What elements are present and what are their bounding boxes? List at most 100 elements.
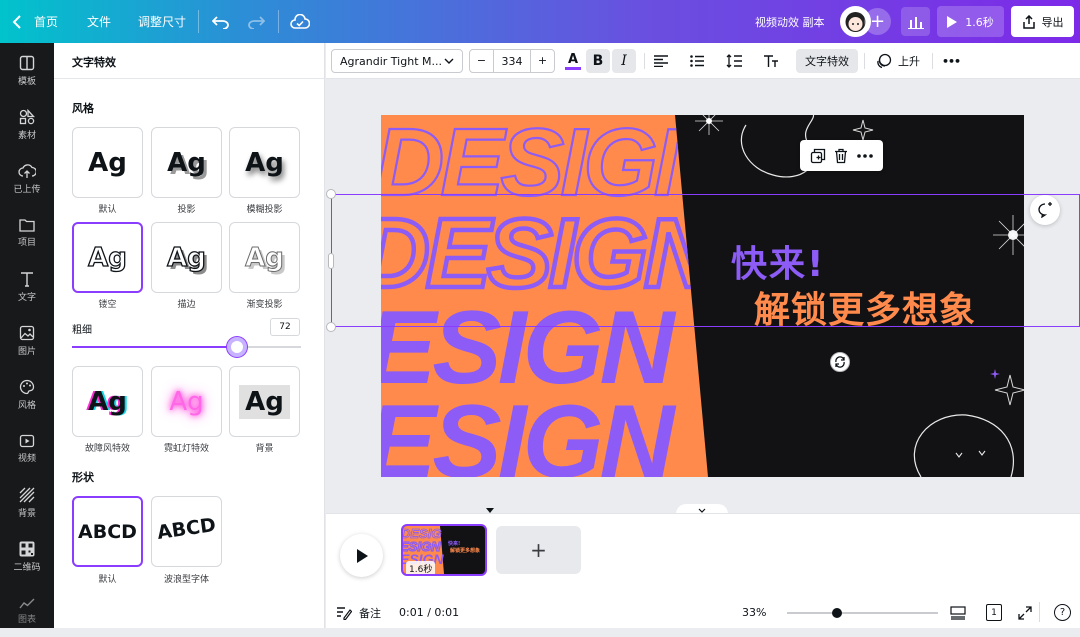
- style-hollow[interactable]: Ag: [72, 222, 143, 293]
- zoom-percentage[interactable]: 33%: [742, 606, 766, 619]
- sidebar-item-projects[interactable]: 项目: [0, 207, 54, 259]
- sidebar-item-qrcode[interactable]: 二维码: [0, 531, 54, 583]
- zoom-slider-handle[interactable]: [831, 608, 842, 618]
- sidebar-item-photos[interactable]: 图片: [0, 315, 54, 367]
- font-size-increase-button[interactable]: +: [530, 50, 554, 72]
- text-effects-button[interactable]: 文字特效: [796, 49, 858, 73]
- style-sample: Ag: [87, 242, 127, 273]
- play-preview-button[interactable]: 1.6秒: [937, 6, 1004, 37]
- text-size-icon: [764, 55, 778, 67]
- redo-button[interactable]: [247, 0, 265, 43]
- sidebar-item-videos[interactable]: 视频: [0, 423, 54, 475]
- selection-box[interactable]: [331, 194, 1080, 327]
- text-color-button[interactable]: A: [562, 49, 584, 73]
- sidebar-item-elements[interactable]: 素材: [0, 99, 54, 151]
- add-comment-button[interactable]: [1030, 195, 1060, 225]
- sidebar-item-label: 视频: [17, 454, 36, 464]
- insights-button[interactable]: [901, 7, 930, 36]
- italic-button[interactable]: I: [612, 49, 636, 73]
- timeline-play-button[interactable]: [340, 534, 383, 577]
- more-options-button[interactable]: •••: [938, 49, 964, 73]
- style-neon[interactable]: Ag: [151, 366, 222, 437]
- rotate-handle[interactable]: [830, 352, 850, 372]
- font-family-select[interactable]: Agrandir Tight M...: [331, 49, 463, 73]
- sidebar-item-charts[interactable]: 图表: [0, 585, 54, 637]
- fullscreen-button[interactable]: [1018, 606, 1032, 623]
- home-button[interactable]: 首页: [12, 0, 58, 43]
- cloud-save-button[interactable]: [290, 0, 310, 43]
- duplicate-icon[interactable]: [810, 148, 826, 164]
- style-sample: Ag: [169, 386, 204, 417]
- style-shadow[interactable]: Ag: [151, 127, 222, 198]
- text-transform-button[interactable]: [760, 49, 782, 73]
- document-title[interactable]: 视频动效 副本: [755, 0, 825, 43]
- timeline-panel: DESIG ESIGN ESIGN 快来! 解锁更多想象 1.6秒 + 备注 0…: [326, 508, 1080, 628]
- element-context-menu: [800, 140, 883, 171]
- expand-icon: [1018, 606, 1032, 620]
- sidebar-item-label: 文字: [17, 293, 36, 303]
- template-icon: [19, 55, 35, 71]
- style-background[interactable]: Ag: [229, 366, 300, 437]
- add-collaborator-button[interactable]: +: [864, 8, 891, 35]
- palette-icon: [19, 379, 35, 395]
- help-button[interactable]: ?: [1054, 604, 1071, 621]
- undo-button[interactable]: [212, 0, 230, 43]
- export-button[interactable]: 导出: [1011, 6, 1074, 37]
- delete-icon[interactable]: [834, 148, 848, 164]
- chevron-down-icon: [444, 58, 454, 64]
- resize-handle-top-left[interactable]: [326, 189, 336, 199]
- shape-default[interactable]: ABCD: [72, 496, 143, 567]
- bullet-list-icon: [690, 55, 704, 67]
- undo-icon: [212, 15, 229, 29]
- chart-icon: [19, 598, 35, 609]
- resize-menu[interactable]: 调整尺寸: [138, 0, 186, 43]
- style-default[interactable]: Ag: [72, 127, 143, 198]
- cloud-check-icon: [290, 13, 310, 29]
- style-label: 默认: [98, 205, 117, 215]
- more-icon[interactable]: [857, 153, 873, 158]
- layout-icon: [950, 606, 966, 620]
- sidebar-item-background[interactable]: 背景: [0, 477, 54, 529]
- style-label: 描边: [177, 300, 196, 310]
- list-button[interactable]: [686, 49, 708, 73]
- shape-wavy[interactable]: ABCD: [151, 496, 222, 567]
- align-button[interactable]: [650, 49, 672, 73]
- spacing-button[interactable]: [723, 49, 745, 73]
- thickness-value-input[interactable]: 72: [270, 318, 300, 336]
- grid-view-button[interactable]: [950, 606, 966, 623]
- font-size-input[interactable]: 334: [494, 55, 530, 68]
- resize-handle-bottom-left[interactable]: [326, 322, 336, 332]
- style-glitch[interactable]: Ag: [72, 366, 143, 437]
- shape-sample: ABCD: [78, 520, 137, 543]
- notes-button[interactable]: 备注: [336, 605, 381, 621]
- playhead-marker[interactable]: [486, 508, 494, 513]
- font-size-decrease-button[interactable]: −: [470, 50, 494, 72]
- file-menu[interactable]: 文件: [87, 0, 111, 43]
- page-count-button[interactable]: 1: [986, 604, 1002, 621]
- style-outline[interactable]: Ag: [151, 222, 222, 293]
- timeline-page-thumbnail[interactable]: DESIG ESIGN ESIGN 快来! 解锁更多想象 1.6秒: [401, 524, 487, 576]
- doodle-face: [955, 450, 986, 458]
- folder-icon: [19, 219, 35, 232]
- style-gradient-shadow[interactable]: Ag: [229, 222, 300, 293]
- shape-label: 默认: [98, 575, 117, 585]
- sidebar-item-uploads[interactable]: 已上传: [0, 153, 54, 205]
- style-sample: Ag: [239, 384, 290, 419]
- thumbnail-line-2: 解锁更多想象: [450, 548, 481, 554]
- thickness-label: 粗细: [72, 325, 92, 336]
- share-upload-icon: [1022, 14, 1035, 29]
- style-sample: Ag: [245, 147, 284, 178]
- sidebar-item-styles[interactable]: 风格: [0, 369, 54, 421]
- style-blur-shadow[interactable]: Ag: [229, 127, 300, 198]
- animate-label: 上升: [898, 55, 920, 68]
- resize-handle-left[interactable]: [328, 253, 334, 269]
- add-page-button[interactable]: +: [496, 526, 581, 574]
- bold-button[interactable]: B: [586, 49, 610, 73]
- sidebar-item-templates[interactable]: 模板: [0, 45, 54, 97]
- redo-icon: [248, 15, 265, 29]
- sidebar-item-text[interactable]: 文字: [0, 261, 54, 313]
- play-icon: [356, 548, 368, 563]
- animate-button[interactable]: 上升: [872, 49, 924, 73]
- thickness-slider-handle[interactable]: [226, 337, 247, 357]
- text-color-swatch: [565, 66, 581, 70]
